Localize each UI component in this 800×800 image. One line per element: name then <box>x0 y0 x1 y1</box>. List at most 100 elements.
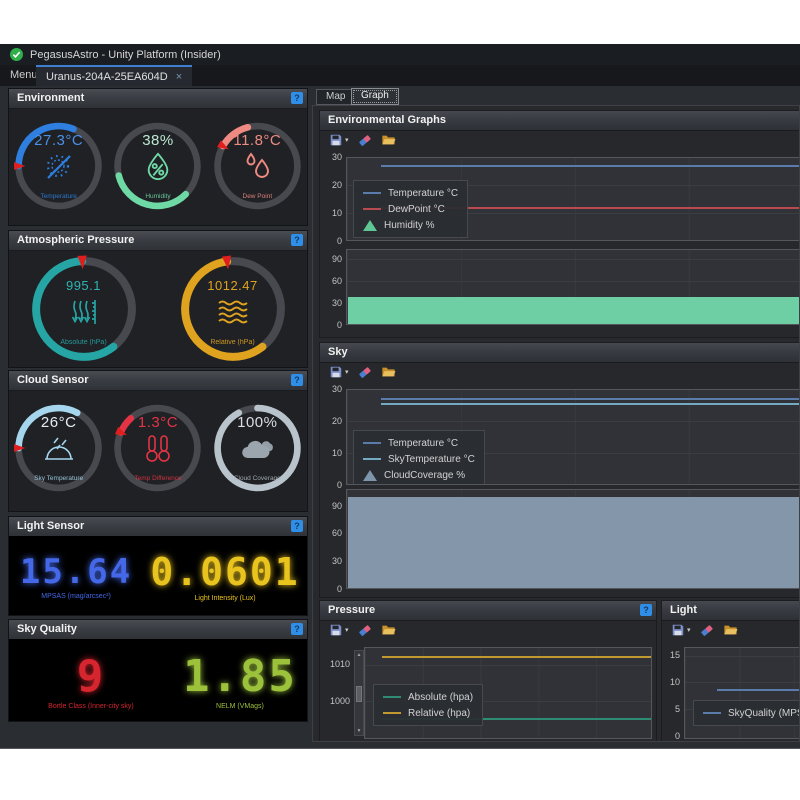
scrollbar-thumb[interactable] <box>356 686 362 702</box>
environmental-graphs-section: Environmental Graphs ▾ 3020100 <box>319 110 800 338</box>
graph-view: Environmental Graphs ▾ 3020100 <box>312 105 800 742</box>
absolute-pressure-gauge: 995.1 Absolute (hPa) <box>24 250 144 368</box>
sky-header: Sky <box>320 343 800 363</box>
y-axis: 151050 <box>666 647 684 739</box>
screenshot-page: PegasusAstro - Unity Platform (Insider) … <box>0 0 800 800</box>
plot-area[interactable]: Absolute (hpa) Relative (hpa) <box>364 647 652 739</box>
save-chart-button[interactable]: ▾ <box>671 623 691 637</box>
help-icon[interactable]: ? <box>640 604 652 616</box>
tab-graph[interactable]: Graph <box>351 88 399 105</box>
open-folder-button[interactable] <box>723 623 738 637</box>
app-status-icon <box>10 48 23 61</box>
temperature-value: 27.3°C <box>11 132 106 149</box>
absolute-pressure-icon <box>69 298 99 331</box>
environment-header: Environment ? <box>9 89 307 109</box>
cloud-sensor-panel: Cloud Sensor ? 26°C Sky Temperature 1.3°… <box>8 370 308 512</box>
sky-quality-panel: Sky Quality ? 9 Bortle Class (Inner-city… <box>8 619 308 722</box>
cloud-coverage-label: Cloud Coverage <box>210 475 305 482</box>
clear-chart-button[interactable] <box>358 133 372 147</box>
sky-section: Sky ▾ 3020100 Temperature °C <box>319 342 800 598</box>
chevron-down-icon[interactable]: ▾ <box>687 626 691 634</box>
chart-legend: Temperature °C SkyTemperature °C CloudCo… <box>353 430 485 485</box>
nelm-value: 1.85 <box>183 651 297 702</box>
open-folder-button[interactable] <box>381 133 396 147</box>
tab-map[interactable]: Map <box>316 89 355 105</box>
y-axis: 9060300 <box>328 249 346 325</box>
chevron-down-icon[interactable]: ▾ <box>345 626 349 634</box>
window-title: PegasusAstro - Unity Platform (Insider) <box>30 49 221 61</box>
temp-difference-label: Temp Difference <box>110 475 205 482</box>
cloud-coverage-icon <box>240 434 274 465</box>
temperature-label: Temperature <box>11 193 106 200</box>
plot-area[interactable]: Temperature °C DewPoint °C Humidity % <box>346 157 800 241</box>
dew-point-value: 11.8°C <box>210 132 305 149</box>
bortle-reading: 9 Bortle Class (Inner-city sky) <box>9 639 173 721</box>
temperature-dewpoint-chart: 3020100 Temperature °C DewPoint °C Humid… <box>328 157 800 241</box>
help-icon[interactable]: ? <box>291 623 303 635</box>
humidity-area-fill <box>348 297 800 324</box>
mpsas-reading: 15.64 MPSAS (mag/arcsec²) <box>9 536 143 615</box>
cloud-coverage-area-fill <box>348 497 800 588</box>
plot-area[interactable] <box>346 489 800 589</box>
cloud-coverage-area-chart: 9060300 <box>328 489 800 589</box>
dew-point-gauge: 11.8°C Dew Point <box>210 108 305 224</box>
menu-row: Menu Uranus-204A-25EA604D × <box>0 65 800 86</box>
plot-area[interactable] <box>346 249 800 325</box>
light-header: Light <box>662 601 800 621</box>
atmospheric-pressure-panel: Atmospheric Pressure ? 995.1 Absolute (h… <box>8 230 308 368</box>
chart-vertical-scrollbar[interactable]: ▲▼ <box>354 650 364 736</box>
y-axis: 9060300 <box>328 489 346 589</box>
env-graphs-toolbar: ▾ <box>320 130 396 150</box>
y-axis: 10101000 <box>324 647 354 739</box>
sky-temperature-label: Sky Temperature <box>11 475 106 482</box>
environmental-graphs-header: Environmental Graphs <box>320 111 800 131</box>
relative-pressure-gauge: 1012.47 Relative (hPa) <box>173 250 293 368</box>
absolute-pressure-value: 995.1 <box>24 278 144 293</box>
menu-button[interactable]: Menu <box>10 69 38 81</box>
pressure-section: Pressure ? ▾ 10101000 ▲▼ <box>319 600 657 742</box>
open-folder-button[interactable] <box>381 365 396 379</box>
relative-pressure-value: 1012.47 <box>173 278 293 293</box>
dew-point-label: Dew Point <box>210 193 305 200</box>
open-folder-button[interactable] <box>381 623 396 637</box>
humidity-gauge: 38% Humidity <box>110 108 205 224</box>
save-chart-button[interactable]: ▾ <box>329 365 349 379</box>
help-icon[interactable]: ? <box>291 374 303 386</box>
humidity-label: Humidity <box>110 193 205 200</box>
clear-chart-button[interactable] <box>358 623 372 637</box>
save-chart-button[interactable]: ▾ <box>329 133 349 147</box>
help-icon[interactable]: ? <box>291 234 303 246</box>
environment-panel: Environment ? 27.3°C Temperature 38% Hum… <box>8 88 308 226</box>
clear-chart-button[interactable] <box>358 365 372 379</box>
temperature-series-line <box>381 398 800 400</box>
mpsas-label: MPSAS (mag/arcsec²) <box>41 593 111 600</box>
cloud-sensor-header: Cloud Sensor ? <box>9 371 307 391</box>
sky-quality-chart: 151050 SkyQuality (MPSAS) <box>666 647 800 739</box>
nelm-label: NELM (VMags) <box>216 703 264 710</box>
device-tab[interactable]: Uranus-204A-25EA604D × <box>36 65 192 86</box>
plot-area[interactable]: Temperature °C SkyTemperature °C CloudCo… <box>346 389 800 485</box>
pressure-header: Pressure ? <box>320 601 656 621</box>
sky-toolbar: ▾ <box>320 362 396 382</box>
clear-chart-button[interactable] <box>700 623 714 637</box>
bortle-label: Bortle Class (Inner-city sky) <box>48 703 134 710</box>
help-icon[interactable]: ? <box>291 92 303 104</box>
nelm-reading: 1.85 NELM (VMags) <box>173 639 307 721</box>
light-sensor-header: Light Sensor ? <box>9 517 307 537</box>
lux-reading: 0.0601 Light Intensity (Lux) <box>143 536 307 615</box>
chart-legend: Absolute (hpa) Relative (hpa) <box>373 684 483 726</box>
chevron-down-icon[interactable]: ▾ <box>345 368 349 376</box>
temperature-series-line <box>381 165 800 167</box>
plot-area[interactable]: SkyQuality (MPSAS) <box>684 647 800 739</box>
close-icon[interactable]: × <box>176 71 182 83</box>
save-chart-button[interactable]: ▾ <box>329 623 349 637</box>
light-toolbar: ▾ <box>662 620 738 640</box>
cloud-coverage-gauge: 100% Cloud Coverage <box>210 390 305 506</box>
help-icon[interactable]: ? <box>291 520 303 532</box>
pressure-chart: 10101000 ▲▼ Absolute (hpa) Relative (hpa… <box>324 647 652 739</box>
sky-quality-series-line <box>717 689 800 691</box>
humidity-icon <box>144 152 172 187</box>
light-sensor-panel: Light Sensor ? 15.64 MPSAS (mag/arcsec²)… <box>8 516 308 616</box>
sky-temperature-value: 26°C <box>11 414 106 431</box>
chevron-down-icon[interactable]: ▾ <box>345 136 349 144</box>
